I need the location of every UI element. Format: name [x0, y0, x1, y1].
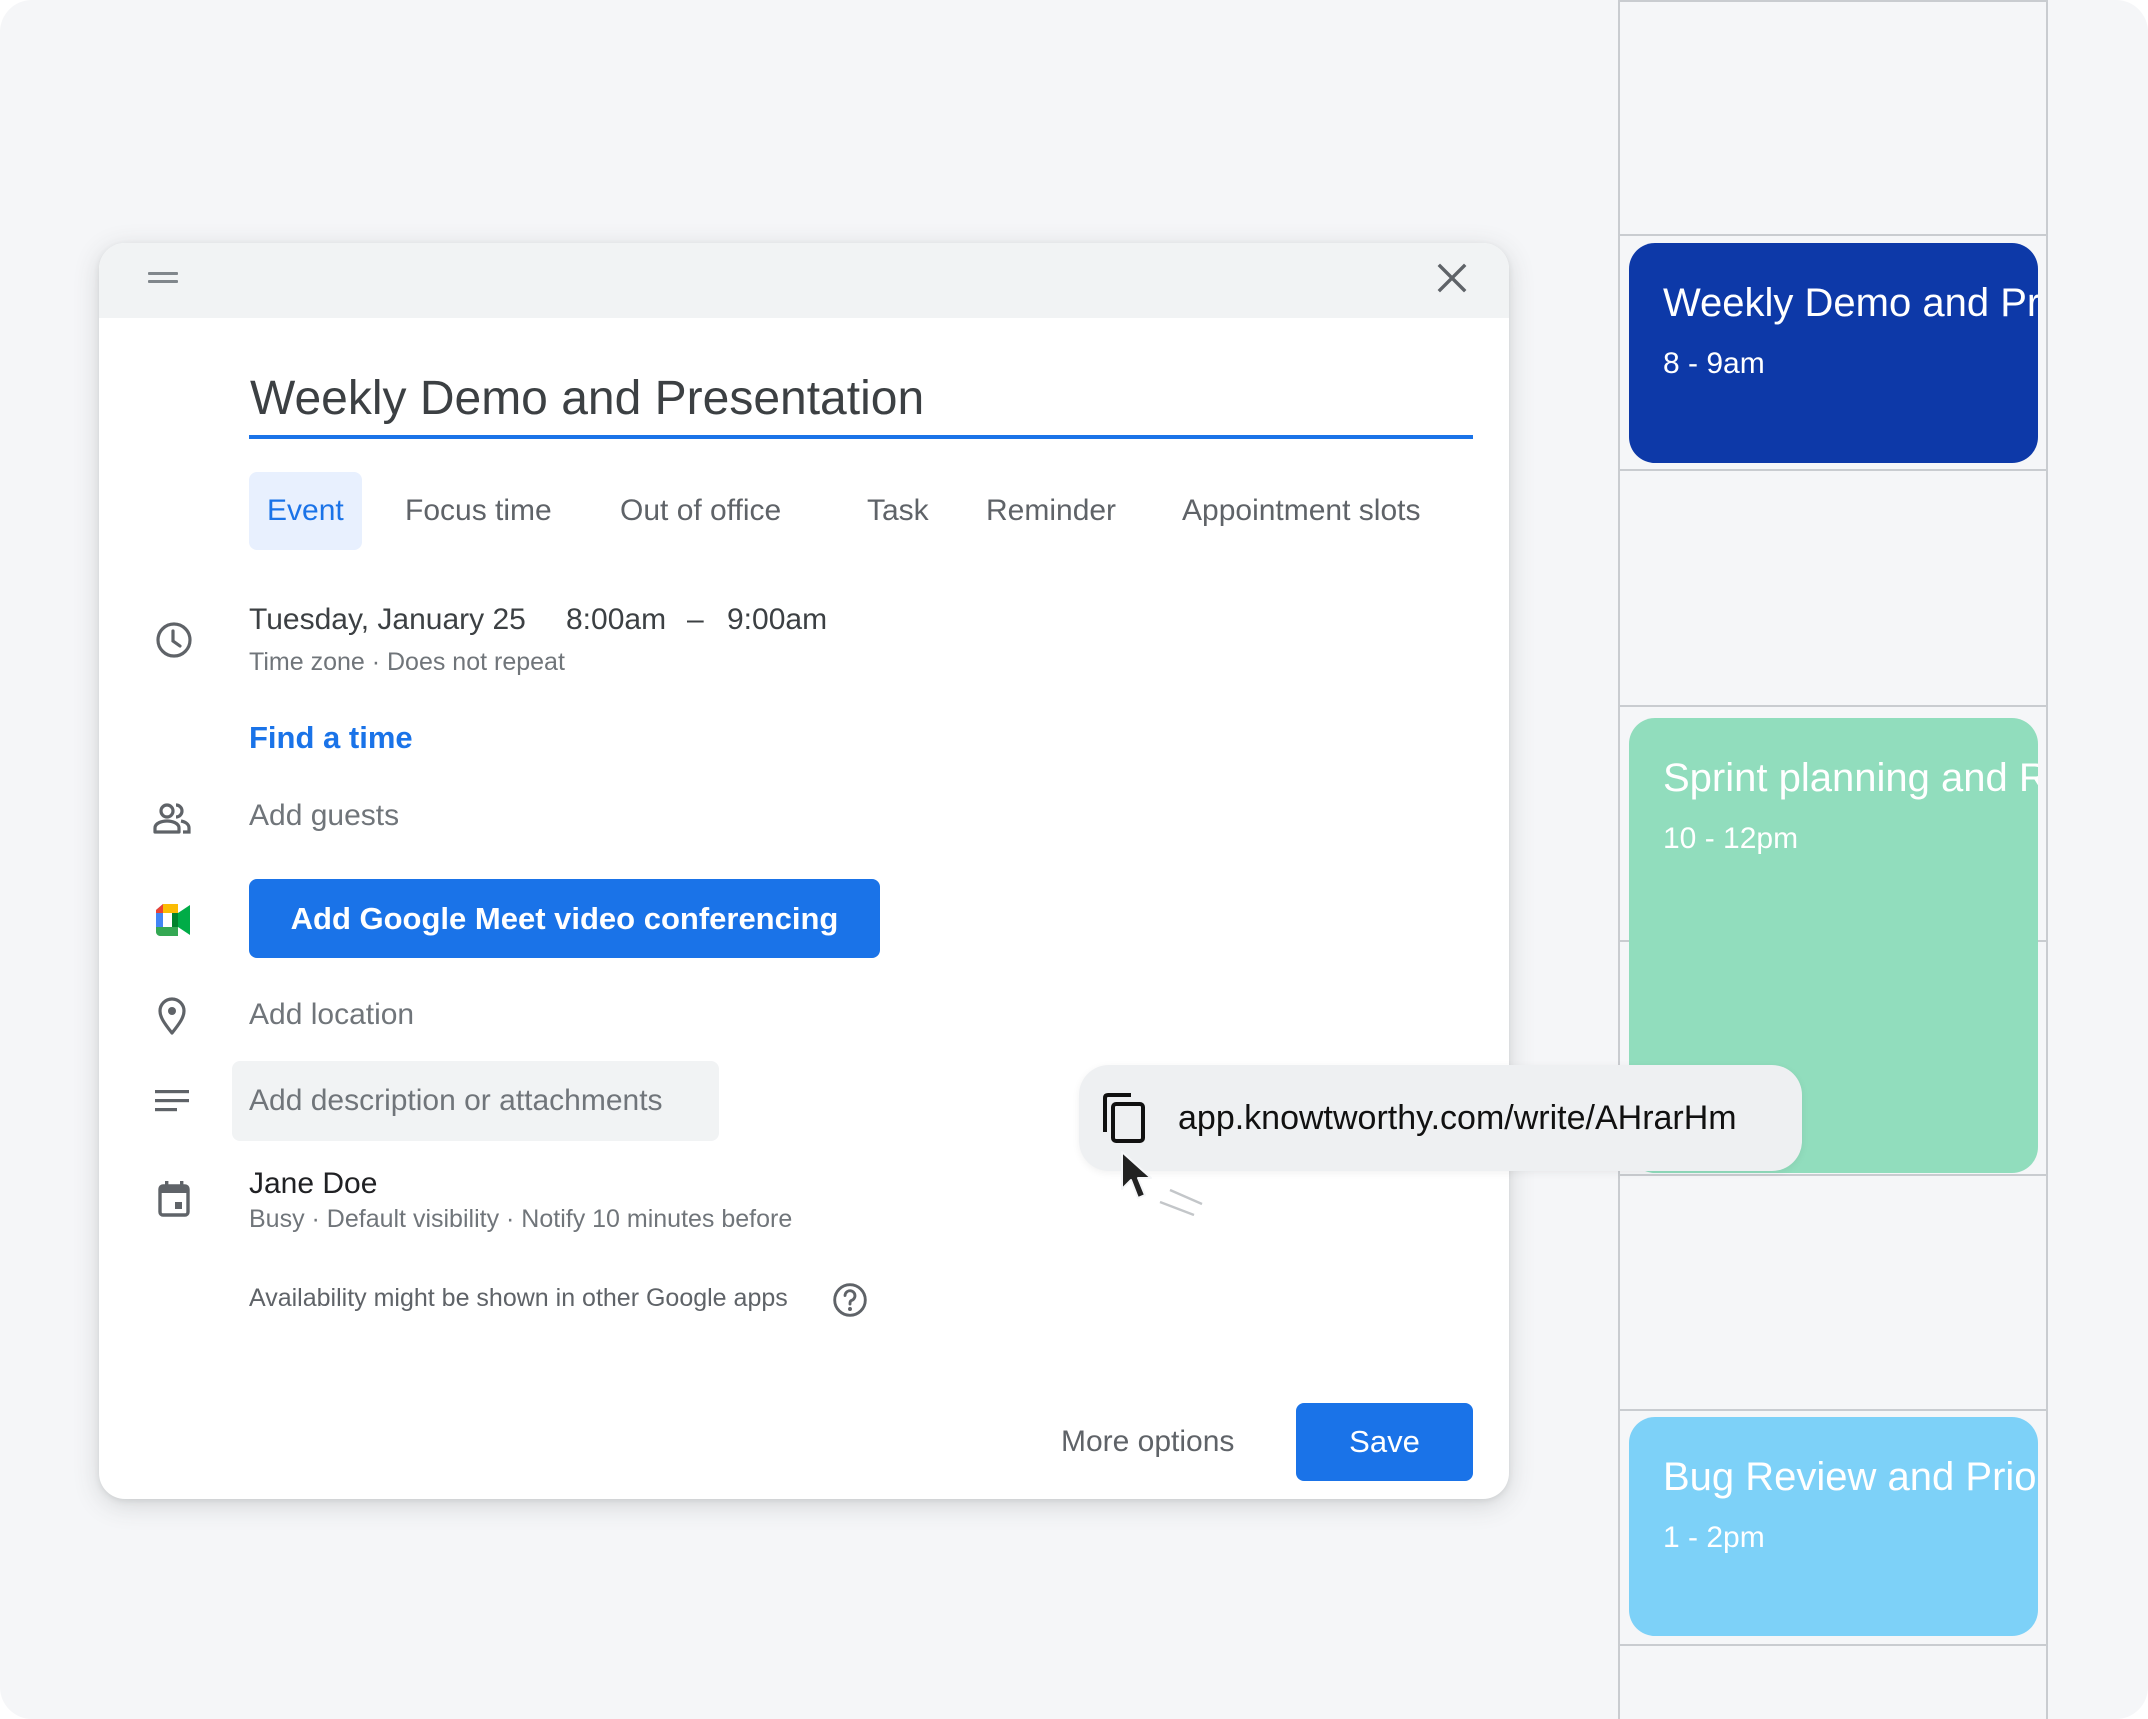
- event-date[interactable]: Tuesday, January 25: [249, 603, 526, 637]
- calendar-day-column: Weekly Demo and Presentation 8 - 9am Spr…: [1618, 0, 2048, 1719]
- event-time: 8 - 9am: [1663, 347, 1765, 380]
- hour-grid-line: [1620, 469, 2046, 471]
- notes-icon: [152, 1081, 192, 1121]
- add-description-input[interactable]: Add description or attachments: [232, 1061, 719, 1141]
- close-icon: [1437, 263, 1467, 293]
- calendar-event-bug-review[interactable]: Bug Review and Prioritization 1 - 2pm: [1629, 1417, 2038, 1636]
- description-placeholder: Add description or attachments: [249, 1084, 663, 1117]
- tab-focus-time[interactable]: Focus time: [405, 472, 552, 550]
- copy-icon[interactable]: [1101, 1092, 1147, 1144]
- add-google-meet-button[interactable]: Add Google Meet video conferencing: [249, 879, 880, 958]
- event-end-time[interactable]: 9:00am: [727, 603, 827, 637]
- hour-grid-line: [1620, 234, 2046, 236]
- calendar-availability-details[interactable]: Busy · Default visibility · Notify 10 mi…: [249, 1205, 792, 1234]
- time-separator: –: [687, 603, 704, 636]
- mouse-pointer-icon: [1121, 1151, 1152, 1199]
- location-pin-icon: [152, 996, 192, 1036]
- save-button[interactable]: Save: [1296, 1403, 1473, 1481]
- hour-grid-line: [1620, 0, 2046, 2]
- tab-appointment-slots[interactable]: Appointment slots: [1182, 472, 1420, 550]
- calendar-event-weekly-demo[interactable]: Weekly Demo and Presentation 8 - 9am: [1629, 243, 2038, 463]
- more-options-button[interactable]: More options: [1061, 1403, 1234, 1481]
- tab-task[interactable]: Task: [867, 472, 929, 550]
- availability-note: Availability might be shown in other Goo…: [249, 1284, 788, 1312]
- find-a-time-link[interactable]: Find a time: [249, 720, 413, 756]
- event-title-input[interactable]: Weekly Demo and Presentation: [249, 363, 1473, 439]
- close-button[interactable]: [1434, 260, 1470, 296]
- copy-link-chip[interactable]: app.knowtworthy.com/write/AHrarHm: [1079, 1065, 1802, 1171]
- hour-grid-line: [1620, 1409, 2046, 1411]
- clock-icon: [154, 620, 194, 660]
- share-link-url[interactable]: app.knowtworthy.com/write/AHrarHm: [1178, 1065, 1737, 1171]
- add-guests-input[interactable]: Add guests: [249, 799, 399, 833]
- canvas-background: Weekly Demo and Presentation 8 - 9am Spr…: [0, 0, 2148, 1719]
- timezone-repeat-details[interactable]: Time zone · Does not repeat: [249, 648, 565, 677]
- event-title-value: Weekly Demo and Presentation: [250, 372, 925, 425]
- event-time: 1 - 2pm: [1663, 1521, 1765, 1554]
- event-start-time[interactable]: 8:00am: [566, 603, 666, 637]
- help-circle-icon[interactable]: [832, 1282, 868, 1318]
- tab-out-of-office[interactable]: Out of office: [620, 472, 781, 550]
- click-motion-lines-icon: [1159, 1188, 1203, 1216]
- event-quick-create-dialog: Weekly Demo and Presentation Event Focus…: [99, 243, 1509, 1499]
- tab-event[interactable]: Event: [249, 472, 362, 550]
- hour-grid-line: [1620, 1644, 2046, 1646]
- event-title: Bug Review and Prioritization: [1663, 1455, 2038, 1499]
- calendar-icon: [154, 1178, 194, 1218]
- google-meet-icon: [152, 900, 192, 940]
- event-time: 10 - 12pm: [1663, 822, 1799, 855]
- dialog-header: [99, 243, 1509, 318]
- tab-reminder[interactable]: Reminder: [986, 472, 1116, 550]
- calendar-owner-name[interactable]: Jane Doe: [249, 1167, 377, 1201]
- hour-grid-line: [1620, 705, 2046, 707]
- people-icon: [152, 799, 192, 839]
- event-title: Sprint planning and Review: [1663, 756, 2038, 800]
- drag-handle-icon[interactable]: [148, 272, 178, 284]
- add-location-input[interactable]: Add location: [249, 998, 414, 1032]
- event-title: Weekly Demo and Presentation: [1663, 281, 2038, 325]
- hour-grid-line: [1620, 1174, 2046, 1176]
